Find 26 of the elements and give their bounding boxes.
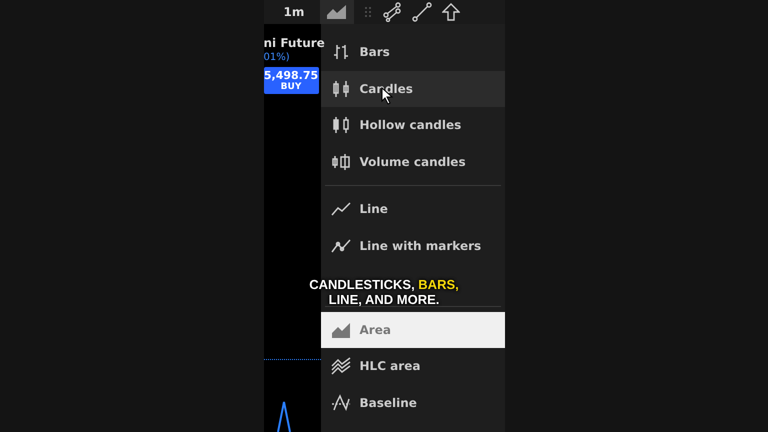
video-caption: CANDLESTICKS, BARS, LINE, AND MORE.	[308, 277, 460, 307]
dotted-price-line	[264, 359, 320, 360]
line-chart-icon	[330, 200, 350, 218]
baseline-icon	[330, 394, 350, 412]
area-chart-icon[interactable]	[320, 0, 354, 24]
up-arrow-icon[interactable]	[442, 3, 460, 21]
drag-handle-icon[interactable]	[364, 6, 372, 18]
trend-lines-icon[interactable]	[382, 2, 402, 22]
chart-type-item[interactable]: Candles	[320, 70, 504, 107]
volume-candle-icon	[330, 152, 350, 171]
chart-type-item[interactable]: Line	[320, 191, 504, 228]
line-markers-icon	[330, 236, 350, 255]
price-change: 01%)	[264, 52, 291, 63]
chart-type-item[interactable]: Line with markers	[320, 228, 504, 264]
chart-type-item[interactable]: Hollow candles	[320, 107, 504, 144]
trend-line-icon[interactable]	[412, 2, 432, 22]
candlestick-icon	[330, 80, 350, 98]
chart-type-item[interactable]: Area	[320, 312, 504, 348]
chart-type-item[interactable]: Baseline	[320, 384, 504, 421]
chart-type-item[interactable]: Volume candles	[320, 144, 504, 180]
hlc-area-icon	[330, 357, 350, 376]
buy-button[interactable]: 5,498.75 BUY	[264, 67, 318, 94]
area-chart-icon	[330, 320, 350, 339]
hollow-candlestick-icon	[330, 116, 350, 134]
chart-type-item[interactable]: HLC area	[320, 348, 504, 384]
interval-button[interactable]: 1m	[278, 0, 310, 24]
